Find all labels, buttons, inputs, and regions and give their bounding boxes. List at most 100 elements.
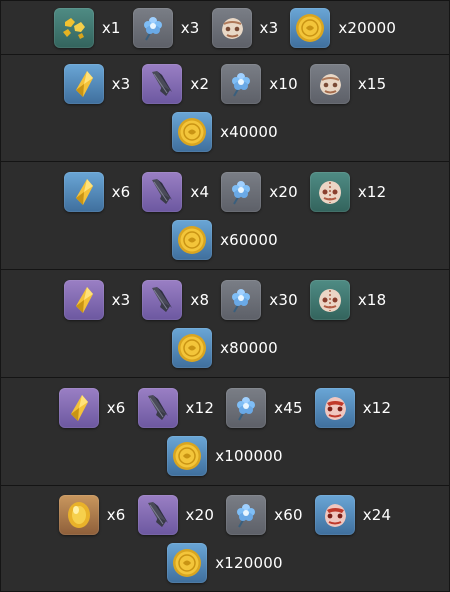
material-quantity: x12 [357,182,387,201]
material-entry: x12 [309,171,387,212]
dark-horn-icon[interactable] [137,387,178,428]
dark-horn-icon[interactable] [142,279,183,320]
material-quantity: x18 [357,290,387,309]
tier-2-line-1: x3 x2 x10 x15 [58,64,393,104]
material-entry: x24 [314,494,392,535]
stitched-mask-icon[interactable] [309,279,350,320]
material-entry: x3 [63,64,131,104]
pale-mask-icon[interactable] [309,64,350,104]
material-quantity: x8 [190,290,210,309]
material-quantity: x45 [274,398,303,417]
stitched-mask-icon[interactable] [309,171,350,212]
tier-3: x6 x4 x20 x12 x60000 [1,162,449,270]
dark-horn-icon[interactable] [142,171,183,212]
material-quantity: x6 [111,182,131,201]
material-quantity: x3 [180,18,200,37]
material-entry: x8 [142,279,210,320]
blue-flower-icon[interactable] [221,64,262,104]
mora-coin-icon[interactable] [172,112,213,152]
material-entry: x12 [137,387,215,428]
material-quantity: x80000 [220,338,278,357]
material-entry: x100000 [167,435,283,476]
tier-2-line-2: x40000 [166,112,284,152]
material-entry: x120000 [167,542,283,583]
dark-horn-icon[interactable] [142,64,183,104]
material-quantity: x120000 [215,553,283,572]
material-entry: x3 [63,279,131,320]
material-entry: x3 [132,7,200,48]
material-quantity: x3 [111,75,131,93]
material-entry: x2 [142,64,209,104]
tier-5-line-1: x6 x12 x45 x12 [53,387,398,428]
tier-1: x1 x3 x3 x20000 [1,0,449,55]
blue-flower-icon[interactable] [221,171,262,212]
tier-1-line-1: x1 x3 x3 x20000 [48,7,402,48]
material-quantity: x3 [259,18,279,37]
tier-4-line-1: x3 x8 x30 x18 [58,279,393,320]
material-quantity: x15 [357,75,387,93]
material-entry: x30 [221,279,298,320]
material-quantity: x3 [111,290,131,309]
material-entry: x20 [221,171,298,212]
material-entry: x3 [211,7,279,48]
material-entry: x6 [58,494,126,535]
material-quantity: x40000 [220,123,278,141]
material-quantity: x10 [269,75,298,93]
gold-crystal-icon[interactable] [63,279,104,320]
blue-flower-icon[interactable] [226,387,267,428]
material-entry: x10 [221,64,298,104]
pale-mask-icon[interactable] [211,7,252,48]
material-entry: x40000 [172,112,278,152]
material-quantity: x100000 [215,446,283,465]
material-quantity: x2 [190,75,210,93]
material-entry: x45 [226,387,303,428]
material-entry: x15 [309,64,387,104]
material-entry: x4 [142,171,209,212]
gold-gem-icon[interactable] [58,494,99,535]
material-entry: x60 [226,494,303,535]
tier-5: x6 x12 x45 x12 x100000 [1,378,449,486]
tier-3-line-1: x6 x4 x20 x12 [58,171,393,212]
material-entry: x18 [309,279,387,320]
tier-3-line-2: x60000 [166,219,284,260]
material-quantity: x24 [362,505,392,524]
material-quantity: x12 [185,398,215,417]
mora-coin-icon[interactable] [172,219,213,260]
gold-crystal-icon[interactable] [63,171,104,212]
blue-flower-icon[interactable] [132,7,173,48]
gold-crystal-icon[interactable] [58,387,99,428]
gold-crystal-icon[interactable] [63,64,104,104]
mora-coin-icon[interactable] [167,435,208,476]
tier-6: x6 x20 x60 x24 x120000 [1,486,449,592]
material-entry: x1 [53,7,121,48]
ascension-materials-table: x1 x3 x3 x20000 x3 x2 x10 x15 x40000 x6 … [0,0,450,592]
material-quantity: x12 [362,398,392,417]
mora-coin-icon[interactable] [290,7,331,48]
tier-6-line-1: x6 x20 x60 x24 [53,494,398,535]
material-entry: x20000 [290,7,397,48]
blue-flower-icon[interactable] [226,494,267,535]
material-entry: x6 [58,387,126,428]
tier-5-line-2: x100000 [161,435,289,476]
dark-horn-icon[interactable] [137,494,178,535]
mora-coin-icon[interactable] [167,542,208,583]
tier-2: x3 x2 x10 x15 x40000 [1,55,449,162]
mora-coin-icon[interactable] [172,327,213,368]
red-mask-icon[interactable] [314,494,355,535]
material-quantity: x6 [106,398,126,417]
material-quantity: x20 [269,182,298,201]
material-entry: x80000 [172,327,278,368]
material-entry: x6 [63,171,131,212]
red-mask-icon[interactable] [314,387,355,428]
tier-4: x3 x8 x30 x18 x80000 [1,270,449,378]
material-quantity: x60000 [220,230,278,249]
material-quantity: x20 [185,505,215,524]
material-entry: x60000 [172,219,278,260]
material-quantity: x6 [106,505,126,524]
material-quantity: x20000 [338,18,397,37]
blue-flower-icon[interactable] [221,279,262,320]
material-entry: x20 [137,494,215,535]
material-quantity: x30 [269,290,298,309]
gold-nuggets-icon[interactable] [53,7,94,48]
material-entry: x12 [314,387,392,428]
